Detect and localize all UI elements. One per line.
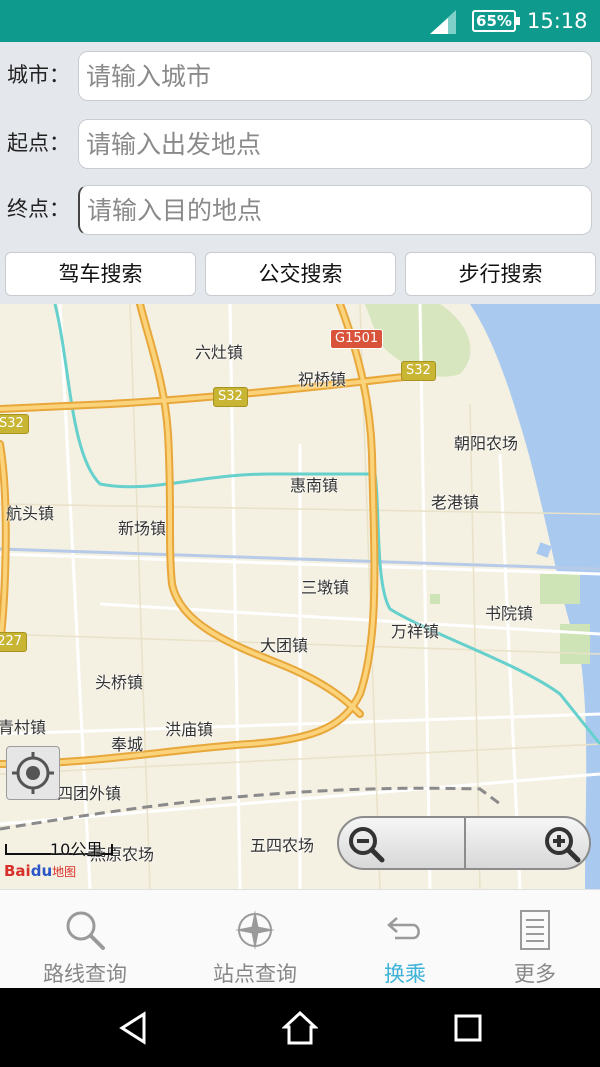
compass-icon (235, 910, 275, 950)
place-label: 大团镇 (260, 636, 309, 655)
recents-icon[interactable] (450, 1010, 486, 1046)
place-label: 头桥镇 (95, 673, 144, 692)
nav-label: 路线查询 (43, 962, 127, 986)
nav-more[interactable]: 更多 (460, 890, 600, 989)
city-input[interactable] (78, 51, 592, 101)
end-label: 终点： (7, 197, 70, 221)
highway-shield-s32: S32 (401, 361, 436, 381)
home-icon[interactable] (282, 1010, 318, 1046)
place-label: 朝阳农场 (454, 434, 519, 453)
place-label: 祝桥镇 (298, 370, 347, 389)
city-label: 城市： (7, 63, 70, 87)
route-search-form: 城市： 起点： 终点： 驾车搜索 公交搜索 步行搜索 (0, 42, 600, 304)
scale-label: 10公里 (50, 840, 103, 859)
clock: 15:18 (527, 9, 588, 33)
map-view[interactable]: G1501 S32 S32 S32 S227 六灶镇 祝桥镇 朝阳农场 惠南镇 … (0, 304, 600, 889)
return-arrow-icon (387, 917, 420, 940)
walk-search-button[interactable]: 步行搜索 (405, 252, 596, 296)
place-label: 洪庙镇 (165, 720, 214, 739)
status-bar: 65% 15:18 (0, 0, 600, 42)
nav-transfer[interactable]: 换乘 (330, 890, 480, 989)
locate-button[interactable] (6, 746, 60, 800)
place-label: 惠南镇 (290, 476, 339, 495)
place-label: 万祥镇 (391, 622, 440, 641)
highway-shield-s32: S32 (0, 414, 29, 434)
place-label: 老港镇 (431, 493, 480, 512)
end-input[interactable] (78, 185, 592, 235)
city-row: 城市： (0, 48, 600, 102)
nav-route-query[interactable]: 路线查询 (10, 890, 160, 989)
start-input[interactable] (78, 119, 592, 169)
place-label: 四团外镇 (57, 784, 122, 803)
signal-icon (430, 10, 456, 34)
highway-shield-s227: S227 (0, 632, 28, 652)
end-row: 终点： (0, 182, 600, 236)
nav-label: 站点查询 (213, 962, 297, 986)
highway-shield-s32: S32 (213, 387, 248, 407)
bus-search-button[interactable]: 公交搜索 (205, 252, 396, 296)
list-icon (520, 910, 550, 950)
zoom-in-icon[interactable] (543, 825, 581, 863)
battery-indicator: 65% (472, 10, 520, 32)
nav-label: 更多 (514, 962, 556, 986)
nav-station-query[interactable]: 站点查询 (180, 890, 330, 989)
zoom-divider (464, 818, 466, 868)
start-row: 起点： (0, 116, 600, 170)
logo-paw: du (30, 862, 53, 880)
place-label: 新场镇 (118, 519, 167, 538)
place-label: 六灶镇 (195, 343, 244, 362)
place-label: 航头镇 (6, 504, 55, 523)
baidu-logo: Baidu地图 (4, 862, 76, 880)
start-label: 起点： (7, 131, 70, 155)
logo-text: Bai (4, 862, 31, 880)
bottom-nav: 路线查询 站点查询 换乘 更多 (0, 889, 600, 988)
system-nav-bar (0, 988, 600, 1067)
zoom-controls (337, 816, 591, 870)
back-icon[interactable] (116, 1010, 152, 1046)
zoom-out-icon[interactable] (347, 825, 385, 863)
drive-search-button[interactable]: 驾车搜索 (5, 252, 196, 296)
place-label: 奉城 (111, 735, 144, 754)
highway-shield-g1501: G1501 (330, 329, 384, 349)
logo-map-text: 地图 (52, 865, 77, 879)
magnifier-icon (66, 911, 105, 950)
crosshair-icon (12, 752, 54, 794)
place-label: 三墩镇 (301, 578, 350, 597)
place-label: 青村镇 (0, 718, 47, 737)
place-label: 五四农场 (250, 836, 315, 855)
nav-label: 换乘 (384, 962, 426, 986)
place-label: 书院镇 (485, 604, 534, 623)
